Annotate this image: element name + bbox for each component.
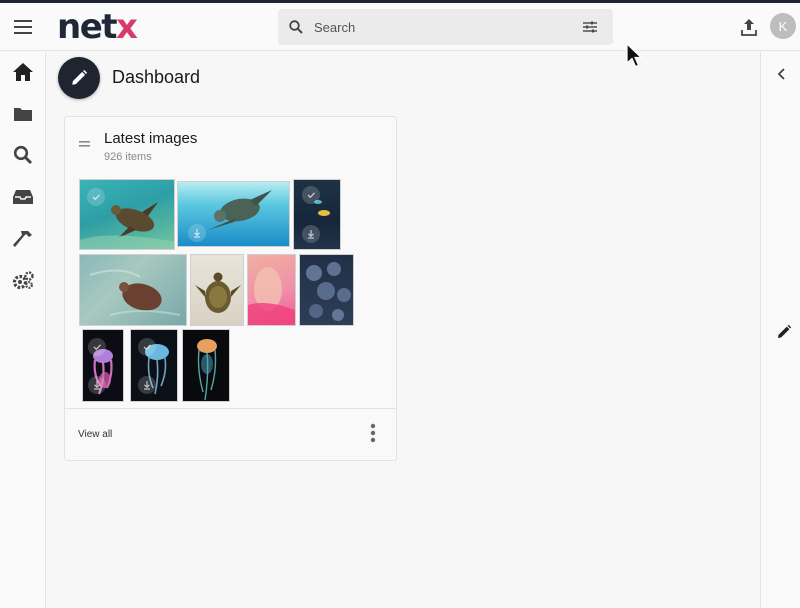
search-input[interactable] [314,17,564,37]
sliders-icon[interactable] [582,19,598,35]
widget-divider [65,408,396,409]
menu-button[interactable] [10,14,36,40]
sidebar-item-search[interactable] [11,143,35,167]
sidebar-item-home[interactable] [11,60,35,84]
image-thumb-jellyfish-blue[interactable] [130,329,178,402]
search-bar [278,9,613,45]
image-thumb-jellyfish-orange[interactable] [182,329,230,402]
user-avatar[interactable]: K [770,13,796,39]
widget-title: Latest images [104,130,198,147]
logo-accent: x [116,7,138,47]
latest-images-widget: Latest images 926 items View all [64,116,397,461]
image-thumb-fish-dark[interactable] [293,179,341,250]
download-icon[interactable] [302,225,320,243]
upload-icon[interactable] [739,16,759,38]
search-icon [289,20,303,34]
image-thumb-jellyfish-purple[interactable] [82,329,124,402]
folder-icon [14,108,32,121]
download-icon[interactable] [88,376,106,394]
download-icon[interactable] [138,376,156,394]
hamburger-icon [14,20,32,34]
sidebar-item-tools[interactable] [11,227,35,251]
hammer-icon [13,231,32,247]
drag-handle-icon[interactable] [79,139,91,149]
pencil-icon [72,69,88,85]
sidebar-item-folders[interactable] [11,102,35,126]
view-all-link[interactable]: View all [78,429,112,440]
sidebar-item-settings[interactable] [11,268,35,292]
gears-icon [12,271,34,290]
top-bar: netx K [0,3,800,51]
download-icon[interactable] [188,224,206,242]
image-thumb-pink-portrait[interactable] [247,254,296,326]
edit-dashboard-button[interactable] [58,57,100,99]
pencil-icon[interactable] [776,324,792,340]
image-thumb-turtle-swimming[interactable] [177,181,290,247]
chevron-left-icon[interactable] [774,66,790,82]
kebab-icon[interactable] [366,422,380,444]
netx-logo[interactable]: net x [57,7,138,47]
select-check-icon[interactable] [302,186,320,204]
sidebar [0,52,46,608]
right-panel [760,52,800,608]
image-thumb-turtle-shallow-water[interactable] [79,254,187,326]
page-title: Dashboard [112,67,201,87]
select-check-icon[interactable] [138,338,156,356]
widget-count: 926 items [104,151,152,163]
home-icon [13,63,33,81]
logo-main: net [57,7,118,47]
search-icon [13,145,33,165]
sidebar-item-inbox[interactable] [11,185,35,209]
select-check-icon[interactable] [87,188,105,206]
image-thumb-turtle-reef[interactable] [79,179,175,250]
image-thumb-jellyfish-cluster[interactable] [299,254,354,326]
select-check-icon[interactable] [88,338,106,356]
inbox-icon [13,190,33,204]
image-thumb-turtle-on-sand[interactable] [190,254,244,326]
